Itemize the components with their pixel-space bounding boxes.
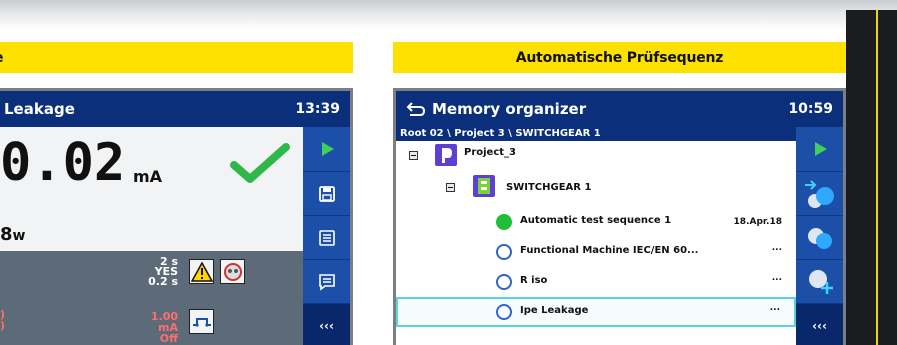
param-state: Off <box>159 332 178 345</box>
tree-node-label: R iso <box>520 275 548 286</box>
more-options[interactable]: ... <box>770 303 780 313</box>
start-test-button[interactable] <box>796 127 843 171</box>
limit-label-2: ) <box>0 319 6 332</box>
project-icon <box>435 144 457 166</box>
tree-node-r-iso[interactable]: R iso ... <box>396 267 796 297</box>
param-values: 2 s YES 0.2 s <box>148 256 178 288</box>
add-item-icon <box>808 269 833 294</box>
switchgear-icon <box>473 175 495 197</box>
start-test-button[interactable] <box>303 127 350 171</box>
parameter-panel: 2 s YES 0.2 s ) ) 1.00 mA Off <box>0 251 304 345</box>
screen-title: Memory organizer <box>432 100 587 118</box>
tree-node-label: Automatic test sequence 1 <box>520 215 672 226</box>
play-icon <box>321 142 334 156</box>
main-result-value: 0.02 <box>0 133 126 193</box>
status-open-icon <box>496 274 512 290</box>
more-options[interactable]: ... <box>772 243 782 253</box>
back-button[interactable]: ‹‹‹ <box>303 303 350 345</box>
breadcrumb: Root 02 \ Project 3 \ SWITCHGEAR 1 <box>396 127 796 141</box>
status-complete-icon <box>496 214 512 230</box>
left-section-banner: e <box>0 42 353 73</box>
param-step: 0.2 s <box>148 275 178 288</box>
action-sidebar: ‹‹‹ <box>796 127 843 345</box>
back-arrows-icon: ‹‹‹ <box>319 318 334 333</box>
left-banner-label: e <box>0 50 4 66</box>
test-date: 18.Apr.18 <box>733 217 782 227</box>
left-device-screen: Leakage 13:39 0.02 mA 8w 2 s YES 0.2 s )… <box>0 88 353 345</box>
tree-node-label: Project_3 <box>464 147 517 158</box>
clone-button[interactable] <box>796 215 843 259</box>
title-bar: Memory organizer 10:59 <box>396 91 843 127</box>
sub-result: 8w <box>0 224 25 245</box>
probe-status-icon[interactable] <box>220 259 245 284</box>
tree-node-label: SWITCHGEAR 1 <box>506 182 592 193</box>
status-open-icon <box>496 304 512 320</box>
right-edge-strip <box>846 10 897 345</box>
start-sequence-button[interactable] <box>796 171 843 215</box>
tree-node-project[interactable]: Project_3 <box>396 141 796 169</box>
view-list-button[interactable] <box>303 215 350 259</box>
action-sidebar: ‹‹‹ <box>303 127 350 345</box>
main-result-unit: mA <box>133 167 163 186</box>
tree-node-label: Functional Machine IEC/EN 60... <box>520 245 699 256</box>
memory-organizer-screen: Memory organizer 10:59 Root 02 \ Project… <box>396 91 843 345</box>
tree-node-automatic-test-sequence[interactable]: Automatic test sequence 1 18.Apr.18 <box>396 207 796 237</box>
pass-check-icon <box>230 143 290 183</box>
back-arrow-icon[interactable] <box>406 101 426 117</box>
tree-node-label: Ipe Leakage <box>520 305 589 316</box>
limit-values: 1.00 mA Off <box>138 311 178 344</box>
play-icon <box>814 142 827 156</box>
tree-node-functional-machine[interactable]: Functional Machine IEC/EN 60... ... <box>396 237 796 267</box>
warning-icon[interactable] <box>189 259 214 284</box>
right-section-banner: Automatische Prüfsequenz <box>393 42 846 73</box>
collapse-toggle[interactable] <box>446 183 455 192</box>
save-button[interactable] <box>303 171 350 215</box>
title-bar: Leakage 13:39 <box>0 91 350 127</box>
limit-labels: ) ) <box>0 309 5 331</box>
tree-node-ipe-leakage[interactable]: Ipe Leakage ... <box>396 297 796 327</box>
clock: 10:59 <box>788 101 833 117</box>
param-limit: 1.00 mA <box>150 310 178 334</box>
screen-title: Leakage <box>4 100 75 118</box>
comment-button[interactable] <box>303 259 350 303</box>
back-button[interactable]: ‹‹‹ <box>796 303 843 345</box>
back-arrows-icon: ‹‹‹ <box>812 318 827 333</box>
start-sequence-icon <box>804 179 834 208</box>
list-icon <box>318 229 335 246</box>
sub-result-value: 8 <box>0 224 13 245</box>
yellow-divider-line <box>876 10 878 345</box>
status-open-icon <box>496 244 512 260</box>
comment-icon <box>318 273 335 291</box>
tree-node-switchgear[interactable]: SWITCHGEAR 1 <box>396 171 796 203</box>
save-icon <box>318 185 335 202</box>
sub-result-unit: w <box>12 228 26 244</box>
right-device-screen: Memory organizer 10:59 Root 02 \ Project… <box>393 88 846 345</box>
switch-contact-icon[interactable] <box>189 309 214 334</box>
collapse-toggle[interactable] <box>409 151 418 160</box>
clock: 13:39 <box>295 101 340 117</box>
clone-icon <box>807 227 832 249</box>
more-options[interactable]: ... <box>772 273 782 283</box>
structure-tree: Project_3 SWITCHGEAR 1 Automatic test se… <box>396 141 796 345</box>
leakage-screen: Leakage 13:39 0.02 mA 8w 2 s YES 0.2 s )… <box>0 91 350 345</box>
right-banner-label: Automatische Prüfsequenz <box>515 49 724 66</box>
add-item-button[interactable] <box>796 259 843 303</box>
